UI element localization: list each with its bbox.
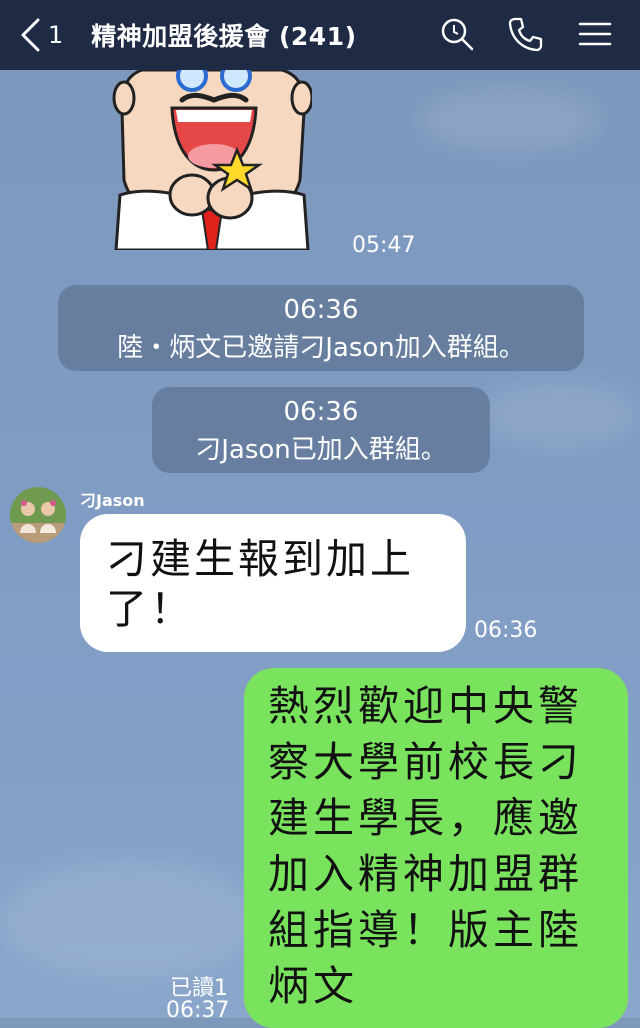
- chat-title: 精神加盟後援會 (241): [91, 22, 357, 51]
- back-button[interactable]: 1: [18, 17, 63, 53]
- incoming-timestamp: 06:36: [474, 618, 538, 643]
- system-notice-joined: 06:36 刁Jason已加入群組。: [152, 387, 490, 473]
- cartoon-professor-sticker[interactable]: [112, 70, 312, 250]
- phone-icon[interactable]: [506, 15, 544, 53]
- notice-timestamp: 06:36: [283, 397, 359, 427]
- chevron-left-icon: [21, 18, 40, 52]
- avatar-photo: [10, 487, 66, 543]
- search-icon[interactable]: [438, 15, 476, 53]
- chat-header: 1 精神加盟後援會 (241): [0, 0, 640, 70]
- outgoing-message-bubble[interactable]: 熱烈歡迎中央警察大學前校長刁建生學長，應邀加入精神加盟群組指導！版主陸炳文: [244, 668, 628, 1028]
- system-notice-invite: 06:36 陸・炳文已邀請刁Jason加入群組。: [58, 285, 584, 371]
- outgoing-timestamp: 06:37: [166, 998, 230, 1023]
- message-text: 刁建生報到加上了！: [106, 535, 414, 633]
- avatar[interactable]: [10, 487, 66, 543]
- notice-text: 陸・炳文已邀請刁Jason加入群組。: [117, 333, 525, 363]
- sticker-timestamp: 05:47: [352, 233, 416, 258]
- message-text: 熱烈歡迎中央警察大學前校長刁建生學長，應邀加入精神加盟群組指導！版主陸炳文: [268, 682, 583, 1010]
- sender-name: 刁Jason: [80, 491, 145, 510]
- notice-text: 刁Jason已加入群組。: [195, 435, 447, 465]
- incoming-message-bubble[interactable]: 刁建生報到加上了！: [80, 514, 466, 652]
- notice-timestamp: 06:36: [283, 295, 359, 325]
- hamburger-menu-icon[interactable]: [576, 15, 614, 53]
- unread-count: 1: [48, 21, 64, 49]
